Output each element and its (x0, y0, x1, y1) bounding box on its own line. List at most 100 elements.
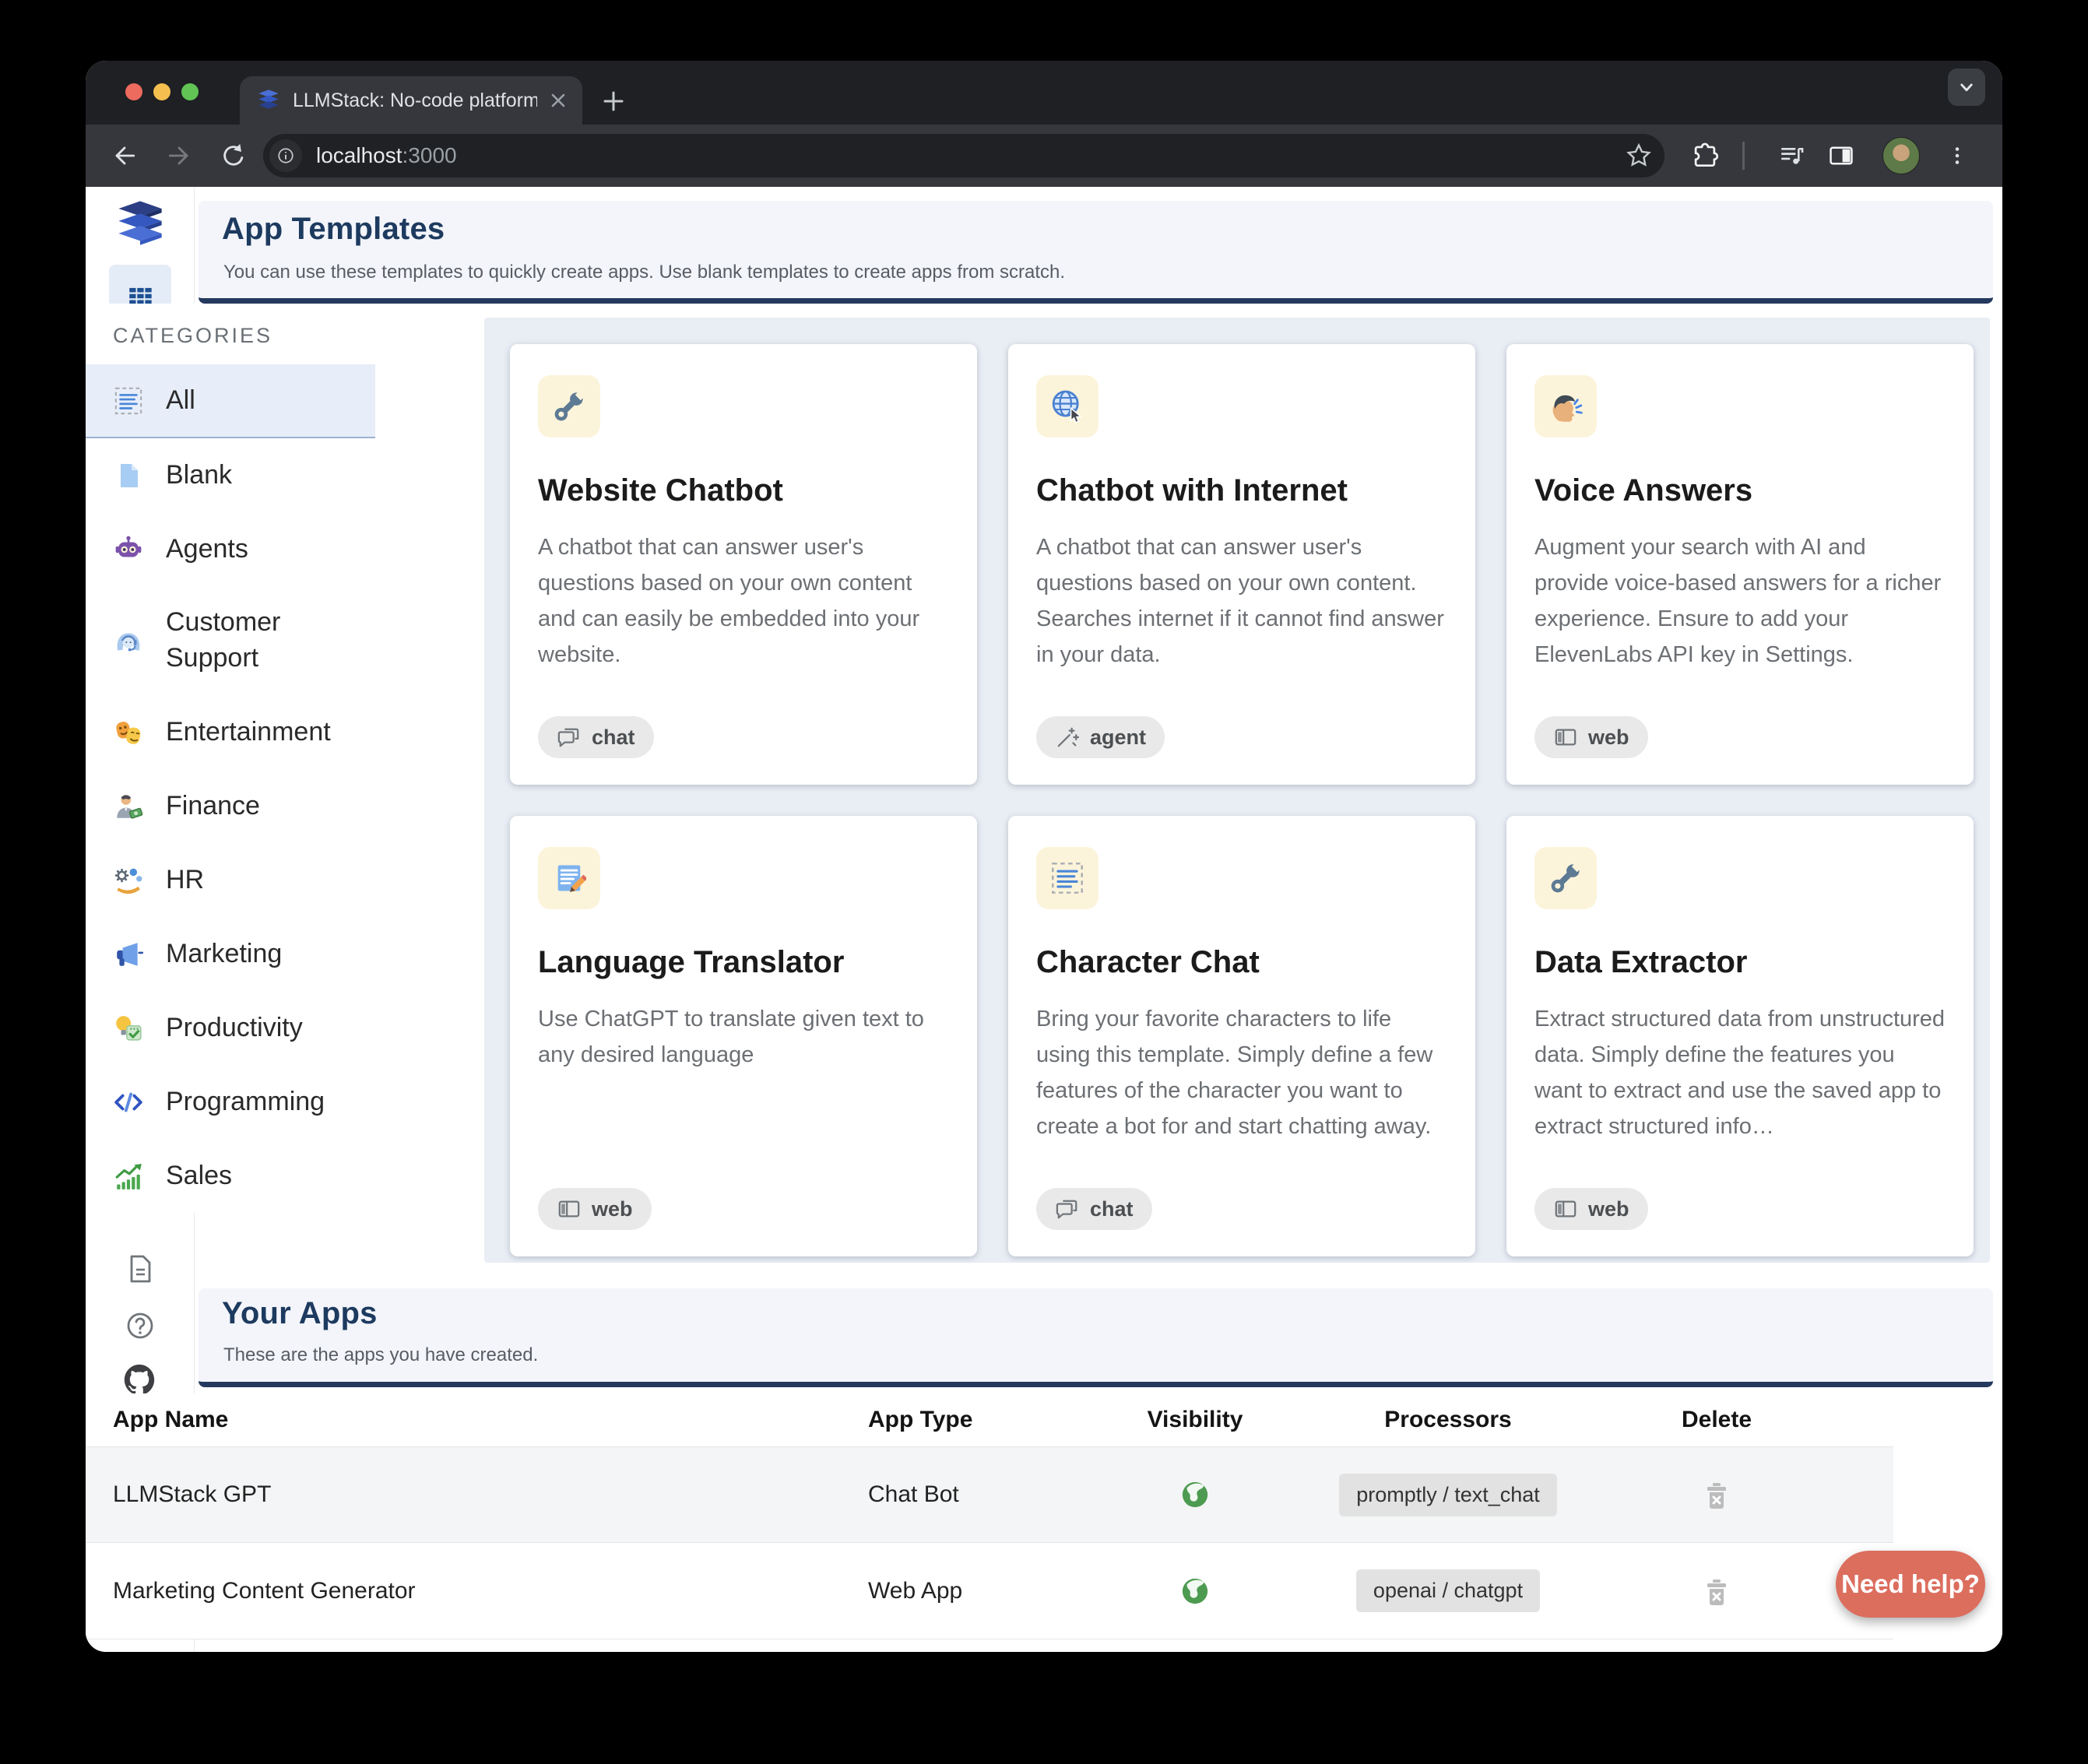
back-arrow-icon (109, 140, 140, 171)
app-name[interactable]: LLMStack GPT (86, 1481, 868, 1508)
category-item-programming[interactable]: Programming (86, 1065, 375, 1139)
github-icon (121, 1362, 157, 1397)
template-card-voice-answers[interactable]: Voice Answers Augment your search with A… (1506, 344, 1974, 785)
template-card-data-extractor[interactable]: Data Extractor Extract structured data f… (1506, 816, 1974, 1256)
category-label: Blank (166, 460, 232, 490)
category-item-customer-support[interactable]: Customer Support (86, 586, 375, 695)
category-item-all[interactable]: All (86, 364, 375, 438)
side-panel-button[interactable] (1824, 139, 1858, 173)
category-label: HR (166, 865, 204, 895)
browser-window: LLMStack: No-code platform (86, 61, 2002, 1652)
category-item-entertainment[interactable]: Entertainment (86, 695, 375, 769)
tag-label: web (592, 1197, 633, 1221)
tag-label: agent (1090, 726, 1146, 750)
sidebar-item-docs[interactable] (121, 1250, 159, 1288)
maximize-window-button[interactable] (181, 83, 199, 100)
magic-wand-icon (1055, 725, 1080, 750)
back-button[interactable] (107, 139, 142, 173)
processor-chip: openai / chatgpt (1356, 1569, 1540, 1612)
category-label: Productivity (166, 1013, 303, 1043)
your-apps-table: App Name App Type Visibility Processors … (86, 1393, 1893, 1639)
delete-trash-icon[interactable] (1701, 1576, 1732, 1607)
extensions-button[interactable] (1688, 139, 1722, 173)
tag-label: web (1588, 1197, 1629, 1221)
all-category-icon (113, 385, 144, 416)
kebab-menu-icon (1944, 142, 1970, 169)
tab-strip: LLMStack: No-code platform (86, 61, 2002, 125)
theater-masks-icon (113, 717, 144, 748)
media-controls-button[interactable] (1775, 139, 1809, 173)
category-item-productivity[interactable]: Productivity (86, 991, 375, 1065)
speaking-head-icon (1534, 375, 1597, 437)
app-templates-header: App Templates You can use these template… (199, 201, 1993, 304)
bookmark-star-icon[interactable] (1624, 141, 1654, 170)
category-item-marketing[interactable]: Marketing (86, 917, 375, 991)
categories-sidebar: CATEGORIES All Blank (86, 304, 375, 1213)
side-panel-icon (1826, 141, 1856, 170)
web-window-icon (1553, 1196, 1578, 1221)
close-tab-icon[interactable] (548, 90, 568, 111)
url-bar[interactable]: localhost:3000 (263, 134, 1664, 177)
document-icon (121, 1250, 159, 1288)
card-description: Bring your favorite characters to life u… (1036, 1001, 1447, 1144)
forward-button[interactable] (162, 139, 196, 173)
category-item-finance[interactable]: Finance (86, 769, 375, 843)
browser-tab[interactable]: LLMStack: No-code platform (240, 76, 582, 125)
page-subtitle: You can use these templates to quickly c… (223, 262, 1065, 283)
category-label: Agents (166, 534, 248, 564)
reload-button[interactable] (216, 139, 251, 173)
template-card-character-chat[interactable]: Character Chat Bring your favorite chara… (1008, 816, 1475, 1256)
close-window-button[interactable] (125, 83, 142, 100)
new-tab-button[interactable] (599, 87, 627, 115)
category-item-agents[interactable]: Agents (86, 512, 375, 586)
template-card-language-translator[interactable]: Language Translator Use ChatGPT to trans… (510, 816, 977, 1256)
card-description: A chatbot that can answer user's questio… (1036, 529, 1447, 673)
url-text[interactable]: localhost:3000 (316, 143, 1624, 168)
template-card-chatbot-with-internet[interactable]: Chatbot with Internet A chatbot that can… (1008, 344, 1475, 785)
category-item-hr[interactable]: HR (86, 843, 375, 917)
category-item-blank[interactable]: Blank (86, 438, 375, 512)
table-row: LLMStack GPT Chat Bot promptly / text_ch… (86, 1446, 1893, 1543)
llmstack-logo (114, 198, 167, 248)
minimize-window-button[interactable] (153, 83, 170, 100)
robot-icon (113, 534, 144, 565)
browser-profile-avatar[interactable] (1882, 137, 1920, 174)
app-name[interactable]: Marketing Content Generator (86, 1578, 868, 1604)
tag-web: web (1534, 716, 1648, 758)
toolbar-separator (1742, 142, 1745, 170)
help-icon (121, 1307, 159, 1344)
llmstack-favicon (255, 87, 282, 114)
templates-grid: Website Chatbot A chatbot that can answe… (484, 318, 1990, 1263)
sidebar-item-help[interactable] (121, 1307, 159, 1344)
need-help-label: Need help? (1841, 1569, 1980, 1599)
template-card-website-chatbot[interactable]: Website Chatbot A chatbot that can answe… (510, 344, 977, 785)
category-label: Sales (166, 1161, 232, 1191)
chevron-down-icon (1955, 76, 1978, 99)
category-label: Programming (166, 1087, 325, 1117)
delete-trash-icon[interactable] (1701, 1479, 1732, 1510)
web-window-icon (1553, 725, 1578, 750)
llmstack-app: AC App Templates You can use these templ… (86, 187, 2002, 1652)
col-app-name: App Name (86, 1407, 868, 1433)
table-row: Marketing Content Generator Web App open… (86, 1543, 1893, 1639)
table-header-row: App Name App Type Visibility Processors … (86, 1393, 1893, 1446)
chat-bubble-icon (1055, 1196, 1080, 1221)
site-info-icon[interactable] (269, 139, 302, 172)
dashed-list-icon (1036, 847, 1098, 909)
app-type: Chat Bot (868, 1481, 1090, 1508)
card-description: Extract structured data from unstructure… (1534, 1001, 1946, 1144)
category-item-sales[interactable]: Sales (86, 1139, 375, 1213)
puzzle-icon (1690, 141, 1720, 170)
productivity-icon (113, 1013, 144, 1044)
tag-chat: chat (538, 716, 654, 758)
card-title: Website Chatbot (538, 473, 783, 508)
category-label: Finance (166, 791, 260, 821)
card-description: A chatbot that can answer user's questio… (538, 529, 949, 673)
col-app-type: App Type (868, 1407, 1090, 1433)
card-title: Voice Answers (1534, 473, 1752, 508)
need-help-button[interactable]: Need help? (1836, 1551, 1985, 1618)
tab-search-button[interactable] (1948, 69, 1985, 106)
page-title: App Templates (222, 212, 445, 247)
hr-icon (113, 865, 144, 896)
browser-menu-button[interactable] (1940, 139, 1974, 173)
